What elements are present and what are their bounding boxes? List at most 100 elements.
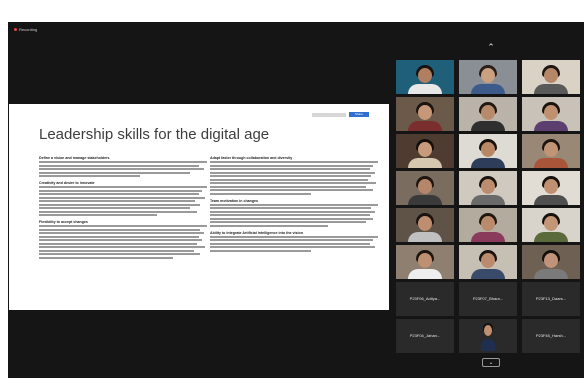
participant-name-tile[interactable]: P23F06_Aditya... — [396, 282, 454, 316]
participant-gallery: P23F06_Aditya... P23F07_Bhara... P23F13_Da… — [396, 60, 581, 353]
participant-video-tile[interactable] — [522, 97, 580, 131]
participant-video-tile[interactable] — [522, 208, 580, 242]
participant-video-tile[interactable] — [459, 60, 517, 94]
slide-section-heading: Team motivation in changes — [210, 198, 259, 203]
participant-video-tile[interactable] — [396, 245, 454, 279]
shared-screen: Share Leadership skills for the digital … — [9, 104, 389, 310]
participant-name: P23F04_Jahan... — [409, 333, 441, 338]
slide-text-line — [39, 186, 207, 188]
slide-text-line — [210, 239, 373, 241]
slide-text-line — [39, 196, 206, 199]
participant-name-tile[interactable]: P23F07_Bhara... — [459, 282, 517, 316]
participant-video-tile[interactable] — [522, 171, 580, 205]
slide-section-heading: Flexibility to accept changes — [39, 220, 88, 224]
participant-name: P23F06_Aditya... — [409, 296, 441, 301]
participant-face — [481, 68, 495, 83]
participant-video-tile[interactable] — [396, 134, 454, 168]
slide-text-line — [210, 182, 377, 184]
recording-indicator: Recording — [14, 27, 37, 32]
slide-text-line — [39, 235, 199, 238]
slide-text-line — [39, 210, 197, 213]
participant-body — [534, 121, 568, 131]
participant-video-tile[interactable] — [459, 245, 517, 279]
participant-name-tile[interactable]: P23F45_Harsh... — [522, 319, 580, 353]
participant-photo-tile[interactable] — [459, 319, 517, 353]
slide-text-line — [210, 224, 328, 227]
participant-video-tile[interactable] — [396, 97, 454, 131]
gallery-up-button[interactable]: ⌃ — [483, 42, 499, 52]
participant-face — [544, 68, 558, 83]
participant-body — [408, 84, 442, 94]
slide-text-line — [39, 171, 191, 174]
slide-section-heading: Define a vision and manage stakeholders — [39, 156, 110, 160]
participant-body — [471, 232, 505, 242]
participant-body — [408, 232, 442, 242]
slide-text-line — [39, 200, 196, 202]
participant-face — [544, 142, 558, 157]
slide-text-line — [39, 239, 202, 241]
participant-body — [408, 269, 442, 279]
slide-text-line — [39, 193, 199, 195]
participant-body — [471, 121, 505, 131]
participant-body — [471, 84, 505, 94]
participant-name: P23F13_Daars... — [535, 296, 567, 301]
participant-video-tile[interactable] — [459, 171, 517, 205]
slide-left-column: Define a vision and manage stakeholders C… — [39, 156, 207, 263]
slide-text-line — [210, 210, 375, 213]
participant-video-tile[interactable] — [522, 60, 580, 94]
slide-section: Flexibility to accept changes — [39, 220, 207, 259]
slide-text-line — [210, 175, 372, 177]
participant-face — [418, 253, 432, 268]
slide-text-line — [39, 164, 199, 167]
participant-body — [408, 158, 442, 168]
participant-body — [408, 121, 442, 131]
slide-text-line — [39, 249, 194, 252]
slide-right-column: Adapt faster through collaboration and d… — [210, 156, 378, 256]
participant-name-tile[interactable]: P23F13_Daars... — [522, 282, 580, 316]
slide-share-button[interactable]: Share — [349, 112, 369, 117]
slide-text-line — [39, 161, 207, 163]
participant-face — [481, 216, 495, 231]
slide-text-line — [210, 207, 372, 209]
slide-title: Leadership skills for the digital age — [39, 126, 270, 143]
slide-text-line — [39, 175, 140, 177]
slide-text-line — [210, 192, 311, 195]
participant-name-tile[interactable]: P23F04_Jahan... — [396, 319, 454, 353]
participant-video-tile[interactable] — [396, 208, 454, 242]
slide-text-line — [210, 249, 311, 252]
slide-search-field[interactable] — [312, 112, 346, 117]
participant-body — [408, 195, 442, 205]
participant-face — [481, 179, 495, 194]
participant-video-tile[interactable] — [459, 97, 517, 131]
slide-text-line — [39, 253, 201, 255]
participant-name: P23F07_Bhara... — [472, 296, 504, 301]
participant-face — [544, 253, 558, 268]
slide-section: Ability to integrate Artificial Intellig… — [210, 231, 378, 252]
participant-face — [544, 216, 558, 231]
participant-body — [471, 269, 505, 279]
participant-video-tile[interactable] — [396, 60, 454, 94]
recording-dot-icon — [14, 28, 17, 31]
participant-face — [418, 68, 432, 83]
recording-label: Recording — [19, 27, 38, 32]
participant-body — [471, 158, 505, 168]
slide-text-line — [210, 171, 375, 174]
slide-text-line — [39, 228, 201, 231]
participant-video-tile[interactable] — [522, 245, 580, 279]
slide-text-line — [39, 225, 207, 227]
participant-face — [418, 179, 432, 194]
participant-video-tile[interactable] — [459, 208, 517, 242]
slide-text-line — [210, 217, 373, 220]
slide-section: Define a vision and manage stakeholders — [39, 156, 207, 177]
slide-text-line — [210, 178, 368, 181]
participant-video-tile[interactable] — [522, 134, 580, 168]
slide-text-line — [39, 203, 201, 206]
participant-video-tile[interactable] — [396, 171, 454, 205]
participant-body — [534, 195, 568, 205]
participant-name: P23F45_Harsh... — [535, 333, 567, 338]
participant-face — [481, 105, 495, 120]
gallery-down-button[interactable]: ⌄ — [482, 358, 500, 367]
slide-text-line — [210, 203, 378, 206]
slide-text-line — [210, 235, 378, 238]
participant-video-tile[interactable] — [459, 134, 517, 168]
